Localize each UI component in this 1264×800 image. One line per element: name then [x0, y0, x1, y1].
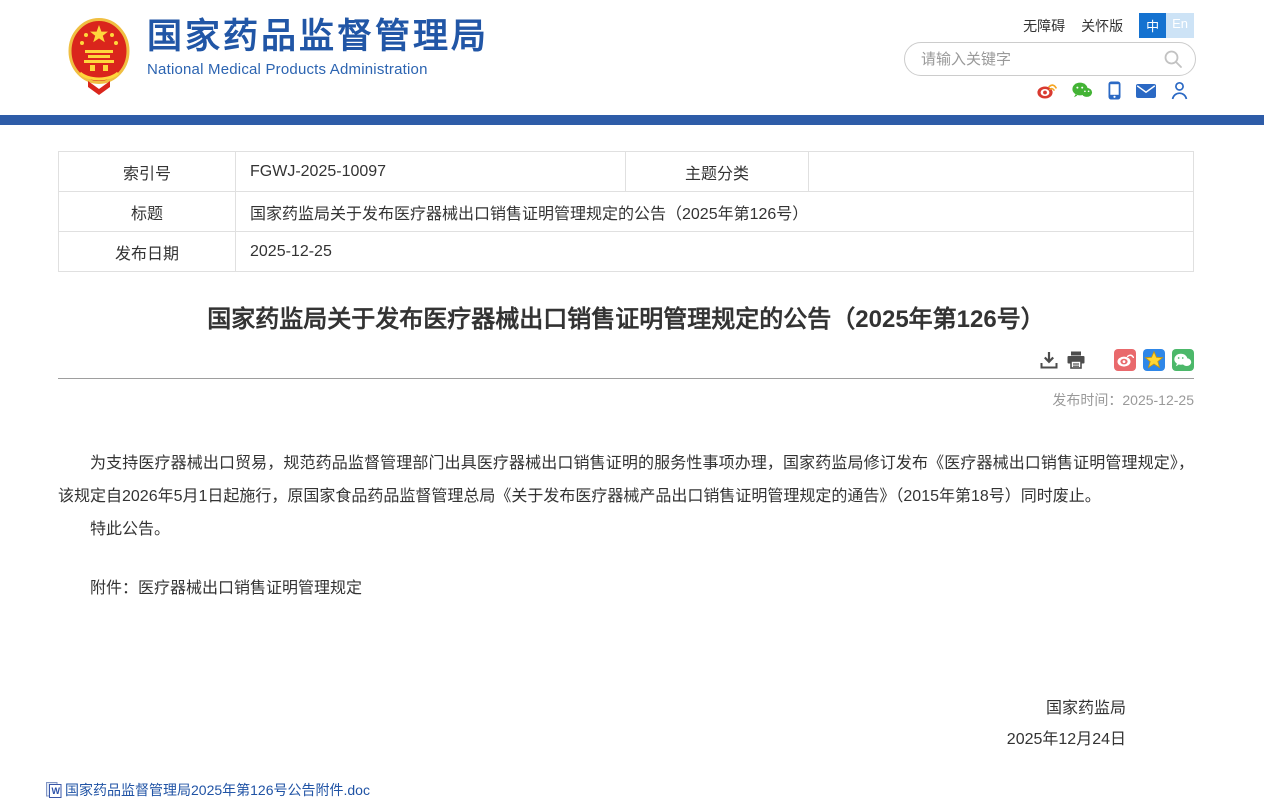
search-input[interactable]: [921, 51, 1163, 68]
publish-time: 发布时间：2025-12-25: [58, 390, 1194, 410]
share-weibo-icon[interactable]: [1114, 349, 1136, 371]
article-tools: [58, 349, 1194, 378]
weibo-icon[interactable]: [1037, 82, 1057, 99]
favorite-star-icon[interactable]: [1143, 349, 1165, 371]
publish-date-value: 2025-12-25: [236, 232, 1194, 272]
utility-row: 无障碍 关怀版 中 En: [1023, 13, 1194, 38]
wechat-icon[interactable]: [1072, 82, 1093, 99]
search-box: [904, 42, 1196, 76]
article-body: 为支持医疗器械出口贸易，规范药品监督管理部门出具医疗器械出口销售证明的服务性事项…: [58, 447, 1194, 605]
article-paragraph: 为支持医疗器械出口贸易，规范药品监督管理部门出具医疗器械出口销售证明的服务性事项…: [58, 447, 1194, 513]
table-row: 索引号 FGWJ-2025-10097 主题分类: [59, 152, 1194, 192]
title-divider: [58, 378, 1194, 379]
table-row: 标题 国家药监局关于发布医疗器械出口销售证明管理规定的公告（2025年第126号…: [59, 192, 1194, 232]
page-title: 国家药监局关于发布医疗器械出口销售证明管理规定的公告（2025年第126号）: [58, 299, 1194, 334]
language-switcher: 中 En: [1139, 13, 1194, 38]
site-logo-link[interactable]: 国家药品监督管理局 National Medical Products Admi…: [68, 17, 489, 100]
svg-text:W: W: [52, 786, 61, 796]
attachment-download-row: W 国家药品监督管理局2025年第126号公告附件.doc: [46, 780, 1264, 800]
site-subtitle: National Medical Products Administration: [147, 61, 489, 78]
search-icon[interactable]: [1163, 49, 1183, 69]
user-icon[interactable]: [1171, 81, 1188, 100]
index-number-label: 索引号: [59, 152, 236, 192]
mobile-icon[interactable]: [1108, 81, 1121, 100]
main-content: 索引号 FGWJ-2025-10097 主题分类 标题 国家药监局关于发布医疗器…: [58, 151, 1194, 755]
mail-icon[interactable]: [1136, 84, 1156, 98]
document-info-table: 索引号 FGWJ-2025-10097 主题分类 标题 国家药监局关于发布医疗器…: [58, 151, 1194, 272]
signature-date: 2025年12月24日: [58, 724, 1126, 755]
doc-file-icon: W: [46, 782, 62, 798]
site-header: 无障碍 关怀版 中 En 国家: [0, 0, 1264, 115]
attachment-file-link[interactable]: 国家药品监督管理局2025年第126号公告附件.doc: [65, 780, 370, 800]
publish-date-label: 发布日期: [59, 232, 236, 272]
lang-en-button[interactable]: En: [1166, 13, 1194, 38]
download-icon[interactable]: [1039, 350, 1059, 370]
header-social-icons: [1037, 81, 1188, 100]
topic-category-value: [809, 152, 1194, 192]
care-version-link[interactable]: 关怀版: [1081, 16, 1123, 36]
emblem-icon: [68, 17, 130, 100]
brand-text: 国家药品监督管理局 National Medical Products Admi…: [147, 17, 489, 78]
lang-zh-button[interactable]: 中: [1139, 13, 1166, 38]
accessibility-link[interactable]: 无障碍: [1023, 16, 1065, 36]
doc-title-label: 标题: [59, 192, 236, 232]
share-wechat-icon[interactable]: [1172, 349, 1194, 371]
doc-title-value: 国家药监局关于发布医疗器械出口销售证明管理规定的公告（2025年第126号）: [236, 192, 1194, 232]
article-paragraph: 特此公告。: [58, 513, 1194, 546]
header-divider-bar: [0, 115, 1264, 125]
signature-org: 国家药监局: [58, 693, 1126, 724]
attachment-line: 附件：医疗器械出口销售证明管理规定: [58, 572, 1194, 605]
table-row: 发布日期 2025-12-25: [59, 232, 1194, 272]
index-number-value: FGWJ-2025-10097: [236, 152, 626, 192]
signature-block: 国家药监局 2025年12月24日: [58, 693, 1194, 755]
print-icon[interactable]: [1066, 350, 1086, 370]
site-title: 国家药品监督管理局: [147, 17, 489, 57]
topic-category-label: 主题分类: [626, 152, 809, 192]
